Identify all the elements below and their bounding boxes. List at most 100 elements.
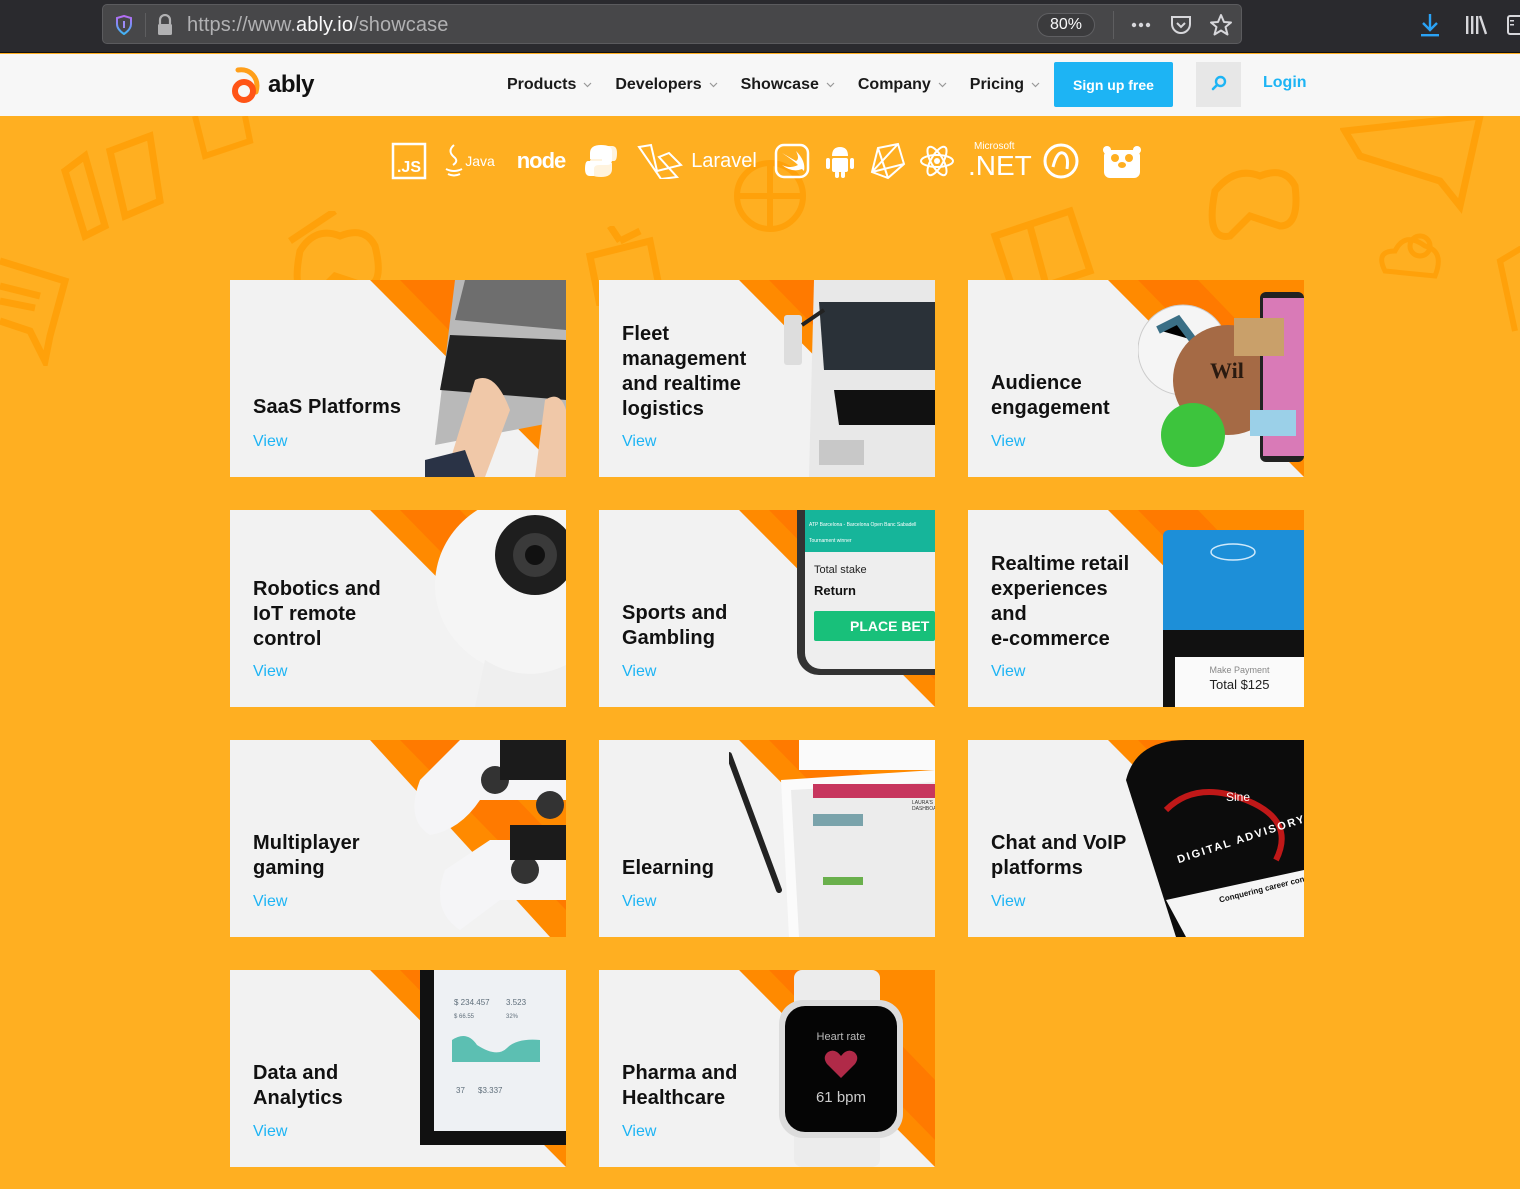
- showcase-card-robotics[interactable]: Robotics and IoT remote control View: [230, 510, 566, 707]
- showcase-card-health[interactable]: Heart rate 61 bpm Pharma and Healthcare …: [599, 970, 935, 1167]
- security-camera-image: [435, 510, 566, 707]
- nav-pricing[interactable]: Pricing: [970, 73, 1040, 97]
- library-icon[interactable]: [1464, 12, 1488, 38]
- card-view-link[interactable]: View: [991, 663, 1025, 681]
- nav-products[interactable]: Products: [507, 73, 592, 97]
- card-view-link[interactable]: View: [622, 893, 656, 911]
- golang-gopher-icon: [1100, 138, 1144, 184]
- chevron-down-icon: [938, 82, 947, 88]
- payment-panel: Make Payment Total $125: [1175, 657, 1304, 707]
- showcase-card-retail[interactable]: Make Payment Total $125 Realtime retail …: [968, 510, 1304, 707]
- area-chart-graphic: [452, 1036, 540, 1062]
- showcase-card-chat[interactable]: Sine DIGITAL ADVISORY BOARD Conquering c…: [968, 740, 1304, 937]
- sports-balls-image: Wil: [1138, 292, 1304, 467]
- nav-label: Developers: [615, 76, 702, 93]
- card-view-link[interactable]: View: [622, 663, 656, 681]
- showcase-card-gaming[interactable]: Multiplayer gaming View: [230, 740, 566, 937]
- page-actions-icon[interactable]: [1129, 13, 1153, 37]
- heart-rate-label: Heart rate: [816, 1031, 866, 1043]
- lock-icon[interactable]: [155, 14, 175, 36]
- card-title: Chat and VoIP platforms: [991, 832, 1127, 879]
- sine-brand: Sine: [1226, 790, 1251, 804]
- card-view-link[interactable]: View: [622, 433, 656, 451]
- node-label: node: [516, 148, 567, 173]
- showcase-card-sports[interactable]: ATP Barcelona - Barcelona Open Banc Saba…: [599, 510, 935, 707]
- showcase-card-elearning[interactable]: LAURA'S DASHBOARD Elearning View: [599, 740, 935, 937]
- url-prefix: https://www.: [187, 14, 297, 36]
- card-view-link[interactable]: View: [991, 893, 1025, 911]
- zoom-level-button[interactable]: 80%: [1037, 13, 1095, 37]
- chevron-down-icon: [583, 82, 592, 88]
- card-view-link[interactable]: View: [253, 663, 287, 681]
- svg-text:.JS: .JS: [397, 159, 421, 176]
- tracking-shield-icon[interactable]: [115, 15, 133, 35]
- betting-phone-image: ATP Barcelona - Barcelona Open Banc Saba…: [797, 510, 935, 675]
- nav-label: Showcase: [740, 76, 819, 93]
- terminal-screen: Make Payment Total $125: [1163, 630, 1304, 707]
- contactless-icon: [1210, 543, 1256, 561]
- nav-label: Pricing: [969, 76, 1025, 93]
- card-view-link[interactable]: View: [253, 893, 287, 911]
- card-title: Pharma and Healthcare: [622, 1062, 738, 1109]
- url-domain: ably.io: [296, 14, 354, 36]
- url-text[interactable]: https://www.ably.io/showcase: [187, 14, 448, 37]
- login-link[interactable]: Login: [1263, 74, 1307, 92]
- tech-logos-strip: .JS Java node Laravel Microsoft .NET: [388, 138, 1148, 184]
- card-title: Multiplayer gaming: [253, 832, 360, 879]
- card-terminal-image: Make Payment Total $125: [1163, 530, 1304, 707]
- nav-company[interactable]: Company: [858, 73, 947, 97]
- laravel-icon: Laravel: [634, 138, 760, 184]
- python-icon: [584, 138, 618, 184]
- showcase-card-analytics[interactable]: $ 234.457 3.523 $ 66.55 32% 37 $3.337 Da…: [230, 970, 566, 1167]
- nav-developers[interactable]: Developers: [615, 73, 718, 97]
- ably-logo[interactable]: ably: [230, 66, 340, 104]
- nodejs-icon: node: [512, 138, 570, 184]
- browser-toolbar: https://www.ably.io/showcase 80%: [0, 0, 1520, 53]
- clojure-icon: [1042, 138, 1080, 184]
- card-title: Robotics and IoT remote control: [253, 578, 381, 650]
- chevron-down-icon: [1031, 82, 1040, 88]
- metric-value: $3.337: [478, 1086, 503, 1095]
- site-header: ably Products Developers Showcase Compan…: [0, 54, 1520, 116]
- card-view-link[interactable]: View: [622, 1123, 656, 1141]
- ably-logo-icon: [232, 67, 260, 103]
- pencil-ruler-icon: [60, 131, 164, 241]
- phone-icon: [1496, 246, 1520, 332]
- nav-showcase[interactable]: Showcase: [741, 73, 835, 97]
- react-icon: [918, 138, 956, 184]
- pocket-icon[interactable]: [1169, 13, 1193, 37]
- smartwatch-image: Heart rate 61 bpm: [779, 1000, 903, 1138]
- metric-value: $ 234.457: [454, 998, 490, 1007]
- downloads-icon[interactable]: [1418, 12, 1442, 38]
- card-title: Audience engagement: [991, 372, 1110, 419]
- payment-total: Total $125: [1209, 677, 1270, 692]
- address-bar[interactable]: https://www.ably.io/showcase 80%: [102, 4, 1242, 44]
- make-payment-label: Make Payment: [1209, 665, 1270, 675]
- search-icon: [1211, 75, 1226, 91]
- metric-value: 37: [456, 1086, 465, 1095]
- dotnet-icon: Microsoft .NET: [968, 138, 1032, 184]
- search-button[interactable]: [1196, 62, 1241, 107]
- laravel-label: Laravel: [691, 149, 757, 172]
- card-view-link[interactable]: View: [253, 1123, 287, 1141]
- bookmark-star-icon[interactable]: [1209, 13, 1233, 37]
- event-banner: ATP Barcelona - Barcelona Open Banc Saba…: [805, 510, 935, 552]
- weather-icon: [1379, 233, 1441, 279]
- card-view-link[interactable]: View: [253, 433, 287, 451]
- tablet-pen-image: [729, 740, 935, 937]
- showcase-card-saas[interactable]: SaaS Platforms View: [230, 280, 566, 477]
- divider: [145, 13, 146, 37]
- showcase-card-fleet[interactable]: Fleet management and realtime logistics …: [599, 280, 935, 477]
- sidebar-icon[interactable]: [1506, 12, 1520, 38]
- smartphone-image: [1126, 740, 1304, 937]
- chat-bubble-icon: [0, 257, 70, 366]
- card-view-link[interactable]: View: [991, 433, 1025, 451]
- signup-button[interactable]: Sign up free: [1054, 62, 1173, 107]
- url-path: /showcase: [353, 14, 449, 36]
- ruby-icon: [868, 138, 906, 184]
- divider: [1113, 11, 1114, 39]
- showcase-card-audience[interactable]: Wil Audience engagement View: [968, 280, 1304, 477]
- laptop-dashboard-image: $ 234.457 3.523 $ 66.55 32% 37 $3.337: [420, 970, 566, 1145]
- card-title: Sports and Gambling: [622, 602, 728, 649]
- bpm-value: 61 bpm: [815, 1089, 867, 1106]
